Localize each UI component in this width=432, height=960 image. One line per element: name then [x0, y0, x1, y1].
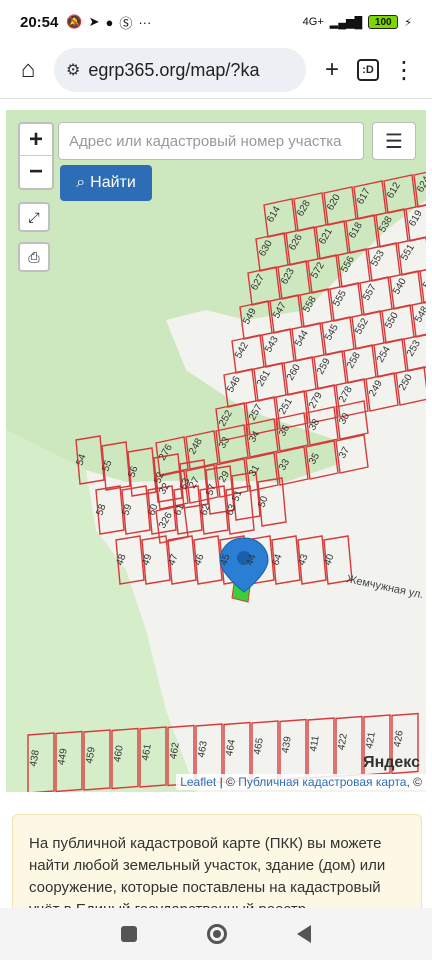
- address-bar[interactable]: ⚙ egrp365.org/map/?ka: [54, 48, 306, 92]
- search-icon: ⌕: [76, 174, 86, 191]
- parcel-number: 253: [405, 338, 423, 358]
- parcel-number: 249: [367, 378, 385, 398]
- attribution-separator: | ©: [216, 775, 239, 789]
- overflow-menu-icon[interactable]: ⋮: [386, 52, 422, 88]
- parcel-number: 543: [263, 334, 281, 354]
- yandex-logo: Яндекс: [363, 754, 420, 771]
- parcel-number: 62: [198, 502, 212, 517]
- chat-icon: ●: [105, 14, 114, 30]
- signal-icon: ▂▄▆█: [329, 16, 363, 29]
- status-bar: 20:54 🔕 ➤ ● Ⓢ ··· 4G+ ▂▄▆█ 100 ⚡: [0, 0, 432, 44]
- fullscreen-icon[interactable]: ⤢: [18, 202, 50, 232]
- parcel-number: 542: [233, 340, 251, 360]
- status-time: 20:54: [20, 13, 59, 31]
- parcel-number: 422: [336, 732, 350, 751]
- zoom-control: + −: [18, 122, 54, 190]
- zoom-out-button[interactable]: −: [20, 156, 52, 188]
- find-button-label: Найти: [90, 174, 136, 191]
- parcel-number: 550: [383, 310, 401, 330]
- parcel-number: 48: [114, 552, 128, 567]
- find-button[interactable]: ⌕ Найти: [60, 165, 152, 201]
- map-canvas: Жемчужная ул. 614 628 620 617 612 624630 626 62…: [6, 110, 426, 792]
- browser-toolbar: ⌂ ⚙ egrp365.org/map/?ka + :D ⋮: [0, 44, 432, 96]
- pkk-link[interactable]: Публичная кадастровая карта: [238, 775, 406, 789]
- parcel-number: 259: [315, 356, 333, 376]
- parcel-number: 37: [337, 445, 352, 461]
- parcel-number: 260: [285, 362, 303, 382]
- recent-apps-icon[interactable]: [121, 926, 137, 942]
- parcel-number: 261: [255, 368, 273, 388]
- parcel-number: 540: [391, 276, 409, 296]
- print-icon[interactable]: ⎙: [18, 242, 50, 272]
- parcel-number: 548: [413, 304, 426, 324]
- menu-icon[interactable]: ☰: [372, 122, 416, 160]
- divider: [0, 98, 432, 99]
- parcel-number: 50: [256, 494, 270, 509]
- attribution-end: , ©: [406, 775, 422, 789]
- parcel-number: 51: [230, 488, 244, 503]
- more-notifications-icon: ···: [138, 14, 152, 30]
- parcel-number: 64: [270, 552, 284, 567]
- charging-icon: ⚡: [404, 16, 412, 29]
- telegram-icon: ➤: [88, 14, 100, 29]
- back-icon[interactable]: [297, 925, 311, 943]
- parcel-number: 250: [397, 372, 415, 392]
- parcel-number: 555: [331, 288, 349, 308]
- url-text: egrp365.org/map/?ka: [88, 59, 260, 80]
- tab-switcher-button[interactable]: :D: [350, 52, 386, 88]
- tab-count: :D: [357, 59, 379, 81]
- parcel-number: 63: [224, 502, 238, 517]
- parcel-number: 46: [192, 552, 206, 567]
- parcel-number: 439: [280, 735, 294, 754]
- parcel-number: 254: [375, 344, 393, 364]
- map-attribution: Leaflet | © Публичная кадастровая карта,…: [176, 774, 426, 790]
- home-icon[interactable]: ⌂: [10, 52, 46, 88]
- parcel-number: 464: [224, 738, 238, 757]
- muted-bell-icon: 🔕: [66, 14, 83, 29]
- search-input[interactable]: Адрес или кадастровый номер участка: [58, 122, 364, 160]
- parcel-number: 278: [337, 384, 355, 404]
- site-settings-icon[interactable]: ⚙: [66, 60, 80, 80]
- parcel-number: 40: [322, 552, 336, 567]
- parcel-number: 463: [196, 740, 210, 759]
- street-label: Жемчужная ул.: [345, 573, 424, 601]
- system-nav-bar: [0, 908, 432, 960]
- parcel-number: 43: [296, 552, 310, 567]
- parcel-number: 411: [308, 734, 322, 752]
- parcel-number: 421: [364, 731, 378, 750]
- parcel-number: 557: [361, 282, 379, 302]
- parcel-number: 60: [146, 502, 160, 517]
- skype-icon: Ⓢ: [119, 15, 133, 31]
- network-label: 4G+: [302, 16, 324, 28]
- parcel-number: 551: [399, 242, 417, 262]
- parcel-number: 58: [94, 502, 108, 517]
- parcel-number: 279: [307, 390, 325, 410]
- parcel-number: 47: [166, 552, 180, 567]
- parcel-number: 544: [293, 328, 311, 348]
- parcel-number: 426: [392, 729, 406, 748]
- cadastral-map[interactable]: Жемчужная ул. 614 628 620 617 612 624 630 626 62…: [6, 110, 426, 792]
- parcel-number: 546: [225, 374, 243, 394]
- parcel-number: 552: [353, 316, 371, 336]
- parcel-number: 465: [252, 737, 266, 756]
- parcel-number: 49: [140, 552, 154, 567]
- home-nav-icon[interactable]: [207, 924, 227, 944]
- new-tab-icon[interactable]: +: [314, 52, 350, 88]
- zoom-in-button[interactable]: +: [20, 124, 52, 156]
- leaflet-link[interactable]: Leaflet: [180, 775, 216, 789]
- parcel-number: 258: [345, 350, 363, 370]
- parcel-number: 59: [120, 502, 134, 517]
- parcel-number: 553: [369, 248, 387, 268]
- battery-icon: 100: [368, 15, 399, 29]
- parcel-number: 251: [277, 396, 295, 416]
- parcel-number: 545: [323, 322, 341, 342]
